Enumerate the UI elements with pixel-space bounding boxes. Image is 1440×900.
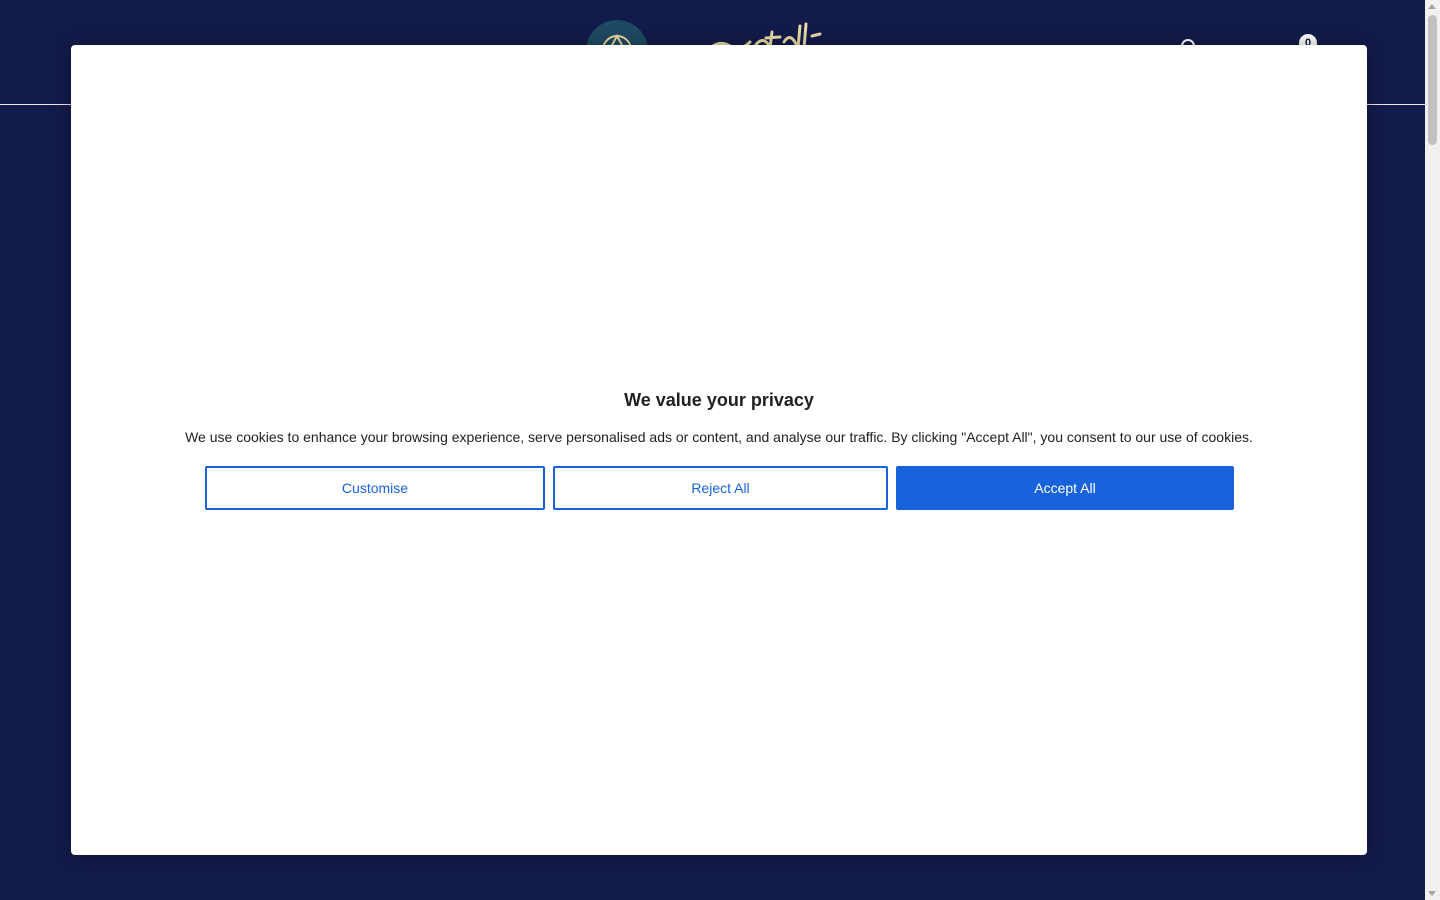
page-scrollbar[interactable] xyxy=(1425,0,1440,900)
accept-all-button[interactable]: Accept All xyxy=(896,466,1234,510)
consent-message: We use cookies to enhance your browsing … xyxy=(185,429,1253,445)
consent-title: We value your privacy xyxy=(624,390,814,410)
customise-button[interactable]: Customise xyxy=(205,466,545,510)
page: 0 We value your privacy We use cookies t… xyxy=(0,0,1440,900)
scroll-down-arrow-icon[interactable] xyxy=(1428,891,1436,896)
cookie-consent-modal: We value your privacy We use cookies to … xyxy=(71,45,1367,855)
scroll-thumb[interactable] xyxy=(1428,15,1437,145)
reject-all-button[interactable]: Reject All xyxy=(553,466,888,510)
scroll-up-arrow-icon[interactable] xyxy=(1428,4,1436,9)
